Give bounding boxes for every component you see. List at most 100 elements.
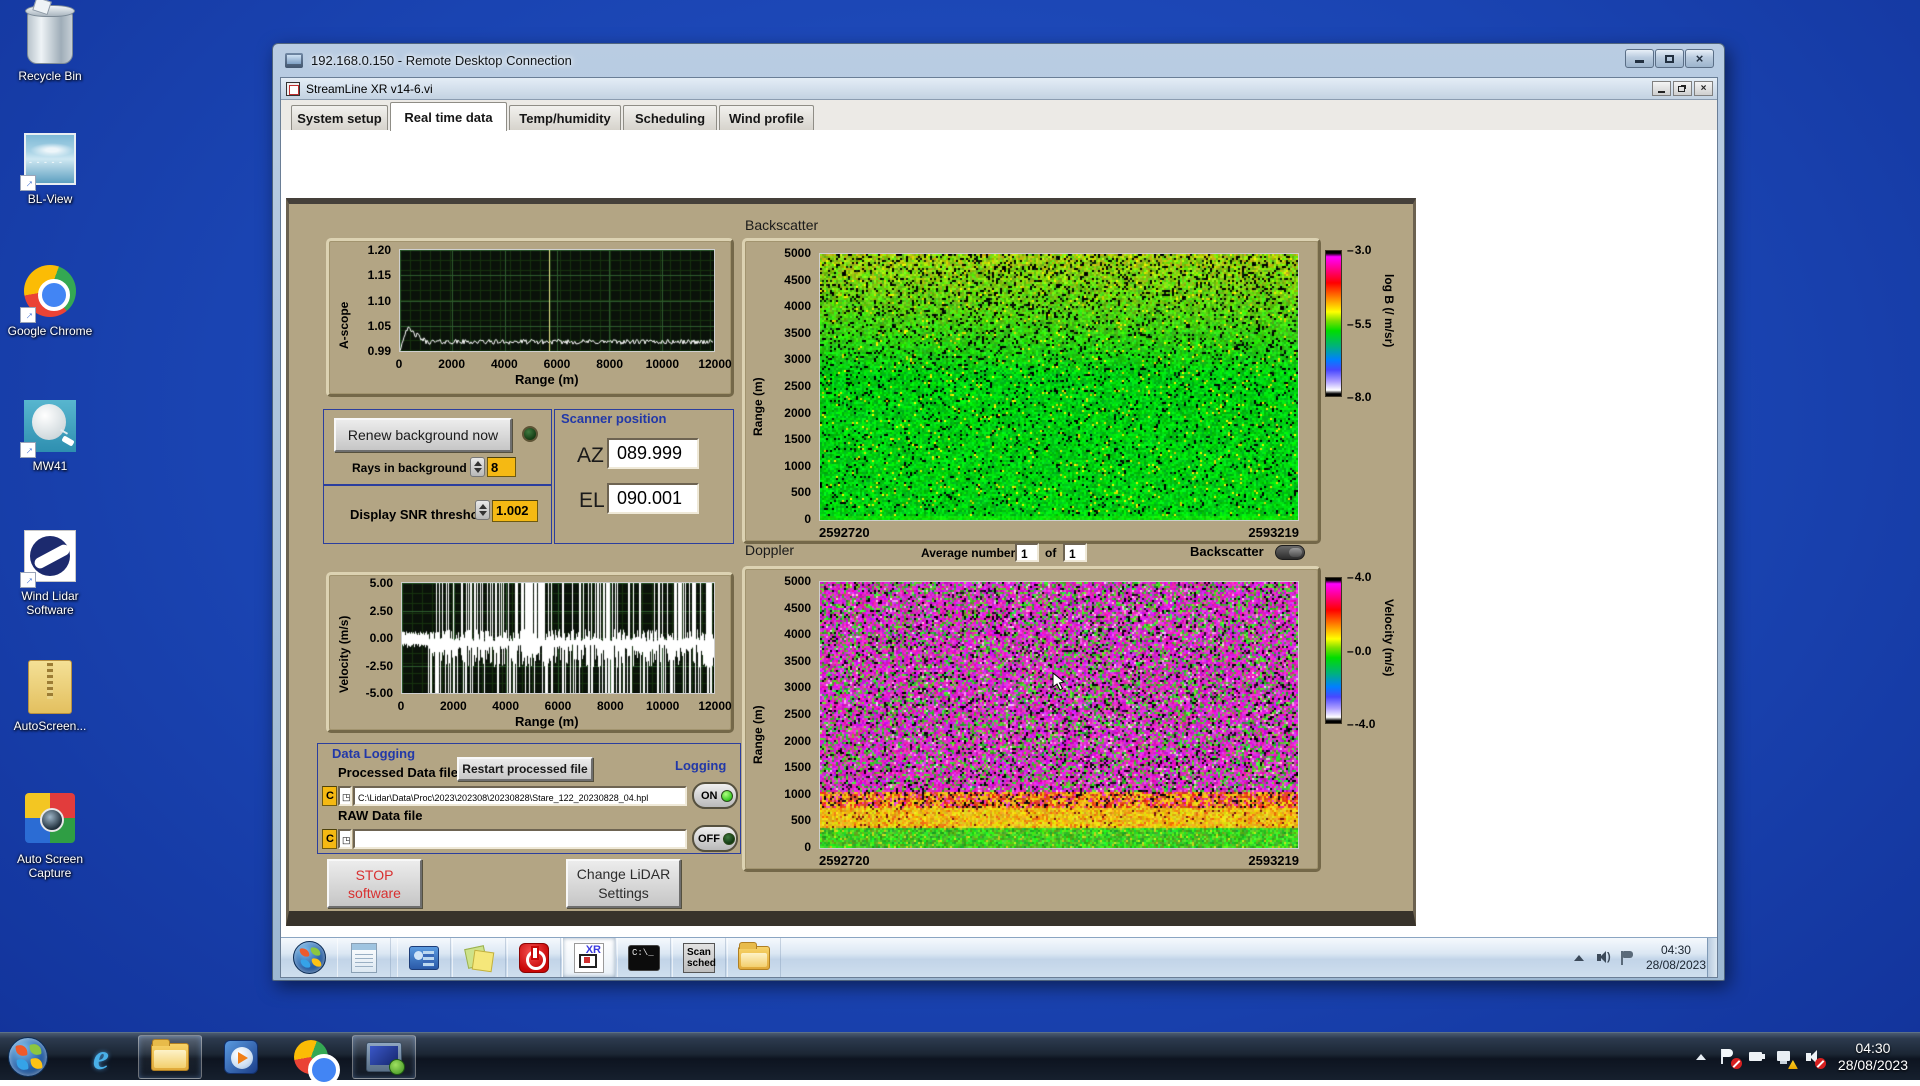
snr-value-field[interactable]: 1.002 xyxy=(492,500,538,522)
action-center-flag-icon[interactable] xyxy=(1720,1048,1738,1066)
rays-spinner[interactable] xyxy=(470,457,485,477)
of-label: of xyxy=(1045,546,1056,560)
remote-taskbar-command-prompt[interactable]: C:\_ xyxy=(617,938,671,977)
restart-processed-file-button[interactable]: Restart processed file xyxy=(457,757,593,781)
desktop-icon-mw41[interactable]: → MW41 xyxy=(4,400,96,473)
tab-scheduling[interactable]: Scheduling xyxy=(623,105,717,130)
average-total-field[interactable]: 1 xyxy=(1063,543,1087,562)
close-button[interactable]: × xyxy=(1685,49,1714,68)
host-clock[interactable]: 04:30 28/08/2023 xyxy=(1832,1040,1914,1074)
raw-data-file-label: RAW Data file xyxy=(338,808,423,823)
raw-path-field[interactable] xyxy=(353,829,687,849)
desktop-icon-bl-view[interactable]: → BL-View xyxy=(4,133,96,206)
remote-taskbar: XR C:\_ Scan sched 04:30 28/08/2023 xyxy=(281,937,1717,977)
average-number-field[interactable]: 1 xyxy=(1015,543,1039,562)
remote-taskbar-sticky-notes[interactable] xyxy=(452,938,506,977)
ascope-plot-area xyxy=(399,249,715,352)
remote-taskbar-display-config[interactable] xyxy=(397,938,451,977)
ascope-y-axis-label: A-scope xyxy=(337,269,351,349)
processed-path-field[interactable]: C:\Lidar\Data\Proc\2023\202308\20230828\… xyxy=(353,786,687,806)
remote-taskbar-folder[interactable] xyxy=(727,938,781,977)
raw-browse-icon[interactable]: ◳ xyxy=(338,829,352,849)
remote-taskbar-notepad[interactable] xyxy=(337,938,391,977)
network-warning-icon[interactable] xyxy=(1776,1048,1794,1066)
backscatter-y-axis-label: Range (m) xyxy=(751,346,765,436)
el-value-field[interactable]: 090.001 xyxy=(607,483,699,514)
processed-drive-selector[interactable]: C xyxy=(322,786,337,806)
remote-show-desktop-button[interactable] xyxy=(1707,938,1717,977)
raw-logging-off-toggle[interactable]: OFF xyxy=(692,825,738,852)
start-orb-icon xyxy=(293,941,326,974)
rays-value-field[interactable]: 8 xyxy=(487,457,516,477)
change-lidar-settings-button[interactable]: Change LiDAR Settings xyxy=(566,859,681,908)
tab-temp-humidity[interactable]: Temp/humidity xyxy=(509,105,621,130)
remote-taskbar-power-stop[interactable] xyxy=(507,938,561,977)
internet-explorer-icon: e xyxy=(93,1036,109,1078)
desktop-icon-autoscreen[interactable]: AutoScreen... xyxy=(4,660,96,733)
processed-browse-icon[interactable]: ◳ xyxy=(338,786,352,806)
remote-clock[interactable]: 04:30 28/08/2023 xyxy=(1646,943,1706,973)
doppler-y-axis-label: Range (m) xyxy=(751,674,765,764)
app-restore-button[interactable] xyxy=(1673,81,1692,96)
remote-taskbar-streamline-xr[interactable]: XR xyxy=(562,938,616,977)
maximize-button[interactable] xyxy=(1655,49,1684,68)
host-taskbar-explorer[interactable] xyxy=(138,1035,202,1079)
volume-muted-icon[interactable] xyxy=(1804,1048,1822,1066)
doppler-title: Doppler xyxy=(745,542,794,558)
tab-real-time-data[interactable]: Real time data xyxy=(390,102,507,131)
minimize-button[interactable] xyxy=(1625,49,1654,68)
host-taskbar-internet-explorer[interactable]: e xyxy=(72,1035,130,1079)
desktop-icon-wind-lidar[interactable]: → Wind Lidar Software xyxy=(4,530,96,617)
host-taskbar-remote-desktop[interactable] xyxy=(352,1035,416,1079)
on-toggle-light xyxy=(721,790,733,802)
remote-clock-date: 28/08/2023 xyxy=(1646,958,1706,973)
recycle-bin-icon xyxy=(22,10,78,66)
remote-start-button[interactable] xyxy=(283,938,335,977)
tab-system-setup[interactable]: System setup xyxy=(291,105,388,130)
processed-logging-on-toggle[interactable]: ON xyxy=(692,782,738,809)
host-start-button[interactable] xyxy=(4,1035,52,1079)
az-value-field[interactable]: 089.999 xyxy=(607,438,699,469)
rdp-window-icon xyxy=(285,53,303,68)
renew-background-button[interactable]: Renew background now xyxy=(334,418,512,452)
zip-folder-icon xyxy=(22,660,78,716)
host-taskbar-chrome[interactable] xyxy=(282,1035,340,1079)
doppler-colorbar-label: Velocity (m/s) xyxy=(1382,599,1396,676)
remote-tray-expand-icon[interactable] xyxy=(1571,950,1587,966)
tab-wind-profile[interactable]: Wind profile xyxy=(719,105,814,130)
app-minimize-button[interactable] xyxy=(1652,81,1671,96)
battery-icon[interactable] xyxy=(1748,1048,1766,1066)
start-orb-icon xyxy=(8,1037,48,1077)
app-titlebar[interactable]: StreamLine XR v14-6.vi × xyxy=(281,78,1717,100)
raw-drive-selector[interactable]: C xyxy=(322,829,337,849)
data-logging-box: Data Logging Processed Data file Restart… xyxy=(317,743,741,854)
remote-action-center-flag-icon[interactable] xyxy=(1621,950,1637,966)
desktop-icon-label: Auto Screen Capture xyxy=(4,852,96,880)
explorer-folder-icon xyxy=(738,946,770,970)
xr-icon-text: XR xyxy=(586,944,601,956)
shortcut-arrow-icon: → xyxy=(20,442,36,458)
snr-controls-box: Display SNR threshold 1.002 xyxy=(323,485,552,544)
desktop-icon-google-chrome[interactable]: → Google Chrome xyxy=(4,265,96,338)
backscatter-colorbar xyxy=(1325,250,1342,397)
backscatter-x-ticks: 25927202593219 xyxy=(819,525,1299,540)
scanner-position-box: Scanner position AZ 089.999 EL 090.001 xyxy=(554,409,734,544)
desktop-icon-label: Recycle Bin xyxy=(4,69,96,83)
ascope-y-ticks: 1.201.151.101.050.99 xyxy=(353,250,395,351)
snr-spinner[interactable] xyxy=(475,500,490,520)
backscatter-doppler-toggle[interactable] xyxy=(1275,545,1305,560)
ascope-plot-frame: A-scope 1.201.151.101.050.99 02000400060… xyxy=(326,238,734,397)
remote-volume-icon[interactable] xyxy=(1596,950,1612,966)
desktop-icon-label: BL-View xyxy=(4,192,96,206)
background-led-indicator xyxy=(522,426,538,442)
app-close-button[interactable]: × xyxy=(1694,81,1713,96)
desktop-icon-auto-screen-capture[interactable]: Auto Screen Capture xyxy=(4,793,96,880)
tray-expand-icon[interactable] xyxy=(1692,1048,1710,1066)
host-taskbar-media-player[interactable] xyxy=(212,1035,270,1079)
chrome-icon: → xyxy=(22,265,78,321)
main-panel: A-scope 1.201.151.101.050.99 02000400060… xyxy=(286,198,1416,926)
rdp-titlebar[interactable]: 192.168.0.150 - Remote Desktop Connectio… xyxy=(273,44,1724,77)
remote-taskbar-scan-scheduler[interactable]: Scan sched xyxy=(672,938,726,977)
desktop-icon-recycle-bin[interactable]: Recycle Bin xyxy=(4,10,96,83)
stop-software-button[interactable]: STOP software xyxy=(327,859,422,908)
